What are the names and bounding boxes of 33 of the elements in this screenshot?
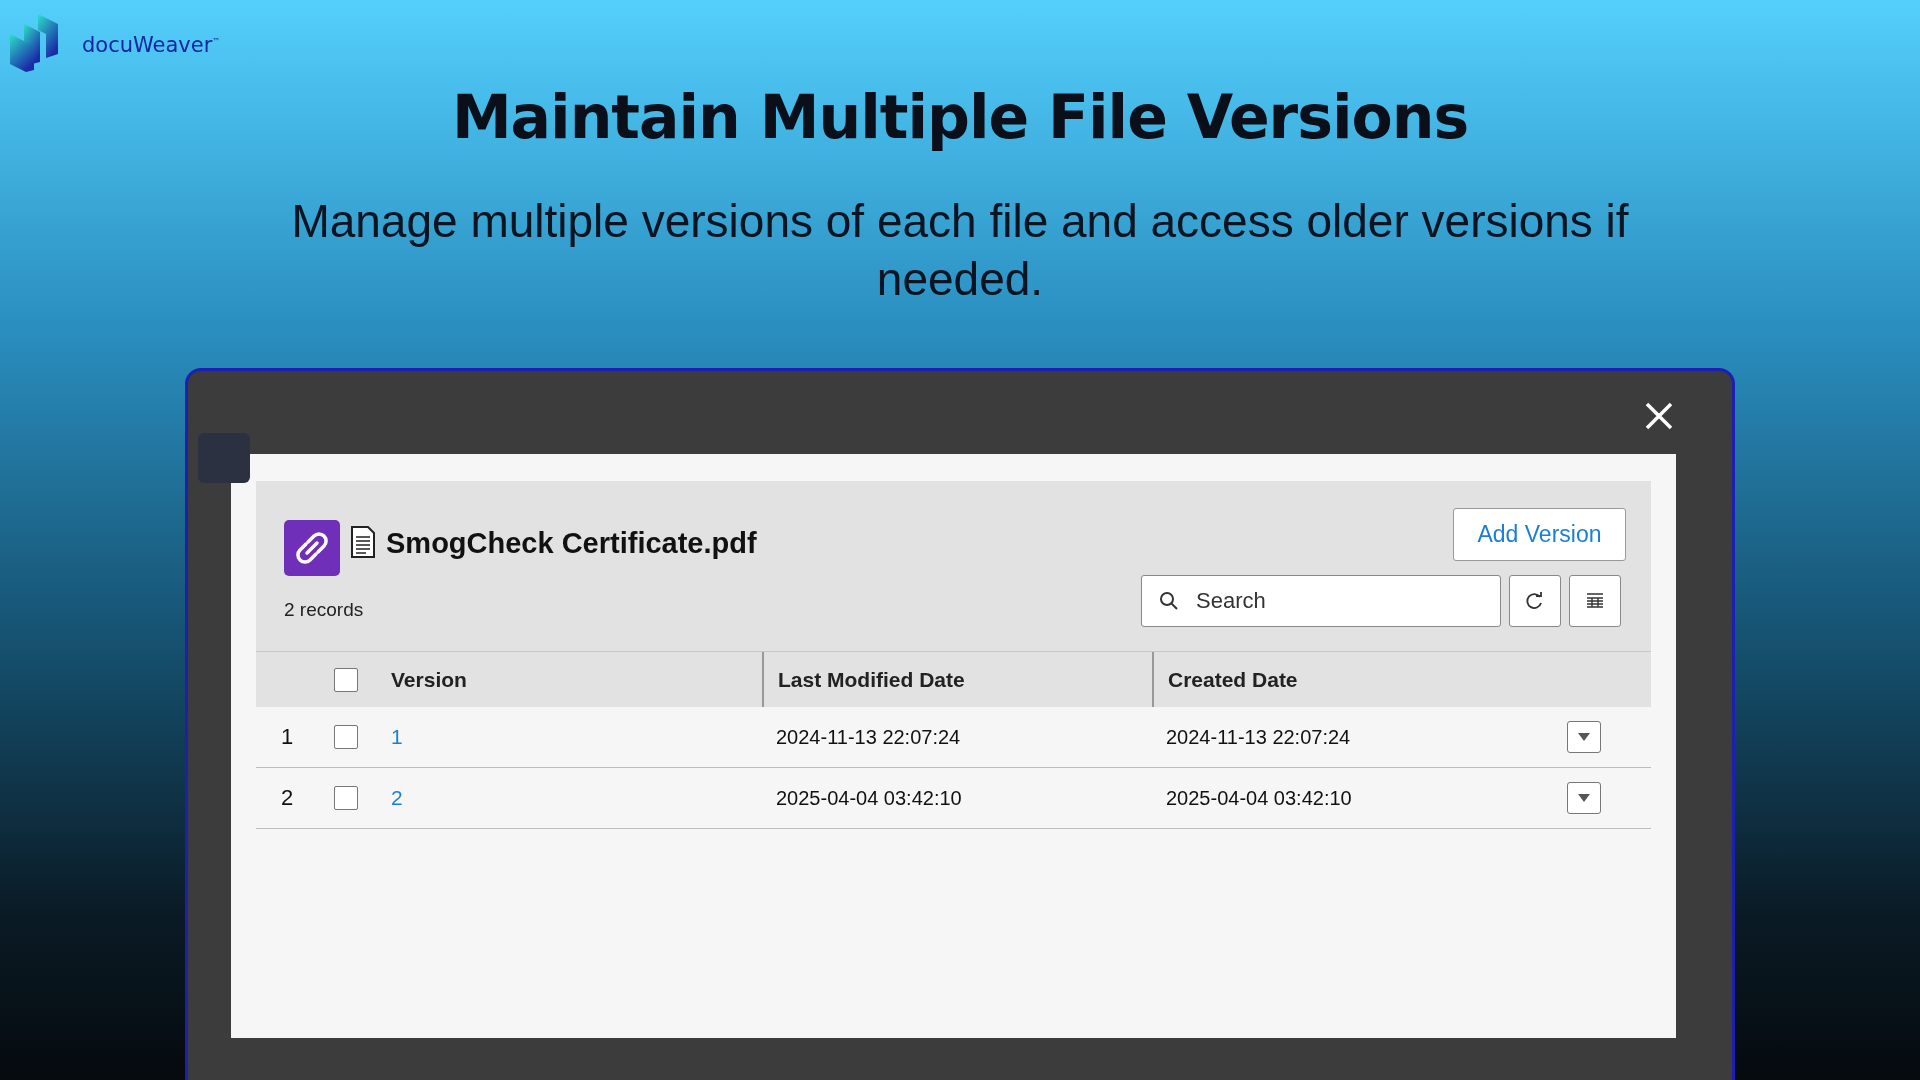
refresh-icon xyxy=(1525,591,1545,611)
headline: Maintain Multiple File Versions xyxy=(451,82,1469,152)
search-icon xyxy=(1159,591,1179,611)
brand-name: docuWeaver$^{™}$ xyxy=(82,33,221,57)
column-header[interactable]: Created Date xyxy=(1152,652,1532,707)
close-icon[interactable] xyxy=(1644,401,1674,431)
add-version-button[interactable]: Add Version xyxy=(1453,508,1626,561)
row-menu-button[interactable] xyxy=(1567,782,1601,814)
row-checkbox[interactable] xyxy=(334,786,358,810)
caret-icon xyxy=(1577,793,1591,803)
subheadline: Manage multiple versions of each file and access older versions if needed. xyxy=(290,194,1630,307)
table-cell-text: 2025-04-04 03:42:10 xyxy=(1165,785,1353,811)
search-field[interactable]: Search xyxy=(1141,575,1501,627)
column-header[interactable]: Version xyxy=(381,652,762,707)
column-header[interactable]: Last Modified Date xyxy=(762,652,1152,707)
caret-icon xyxy=(1577,732,1591,742)
table-cell-text: 2024-11-13 22:07:24 xyxy=(1165,724,1352,750)
version-link[interactable]: 2 xyxy=(391,786,403,810)
row-number: 2 xyxy=(280,785,295,811)
refresh-button[interactable] xyxy=(1509,575,1561,627)
file-name: SmogCheck Certificate.pdf xyxy=(386,526,757,560)
version-link[interactable]: 1 xyxy=(391,725,403,749)
select-all-checkbox[interactable] xyxy=(334,667,358,692)
row-menu-button[interactable] xyxy=(1567,721,1601,753)
columns-button[interactable] xyxy=(1569,575,1621,627)
row-number: 1 xyxy=(280,724,295,750)
grid-icon xyxy=(1585,591,1605,611)
table-cell-text: 2024-11-13 22:07:24 xyxy=(775,724,962,750)
row-checkbox[interactable] xyxy=(334,725,358,749)
table-cell-text: 2025-04-04 03:42:10 xyxy=(775,785,963,811)
paperclip-icon xyxy=(284,520,340,576)
document-icon xyxy=(350,525,376,559)
record-count: 2 records xyxy=(284,599,365,622)
